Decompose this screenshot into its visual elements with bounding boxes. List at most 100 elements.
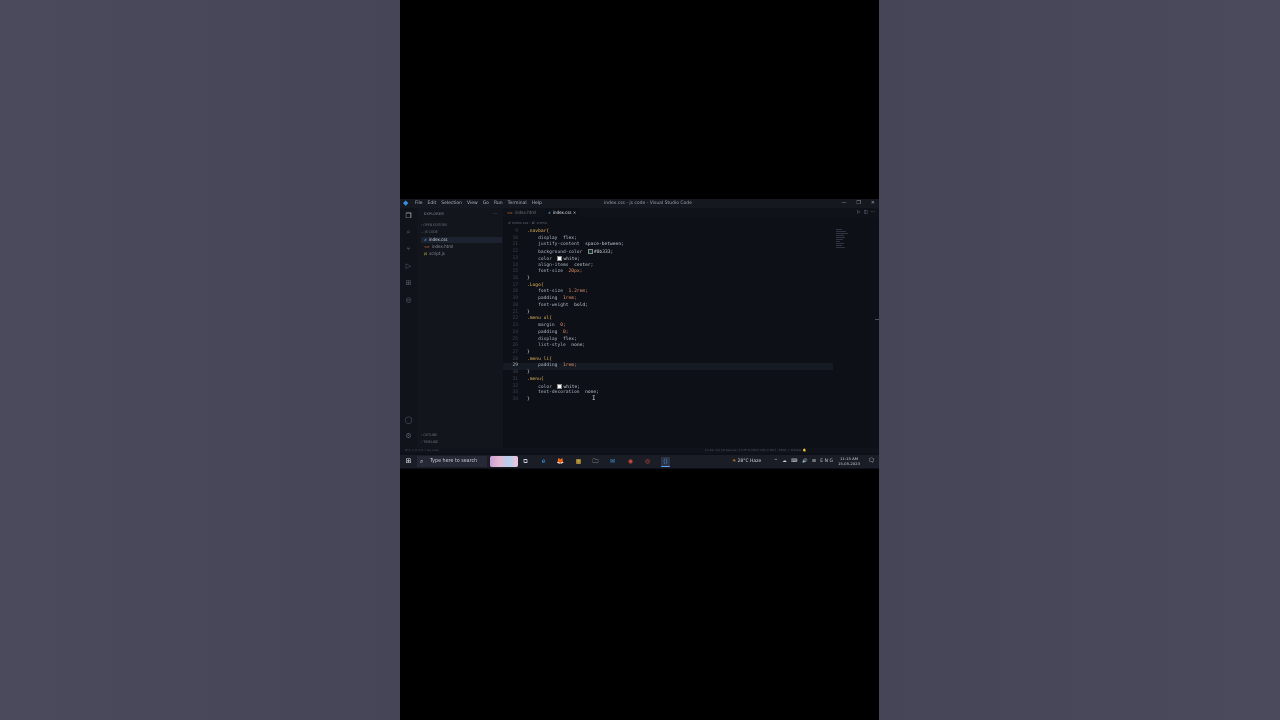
file-index-html[interactable]: <> index.html — [424, 244, 453, 250]
code-line[interactable]: 33 text-decoration: none; — [503, 390, 833, 397]
code-line[interactable]: 23 margin: 0; — [503, 323, 833, 330]
edge-icon[interactable]: e — [539, 457, 548, 466]
code-line[interactable]: 29 padding: 1rem; — [503, 363, 833, 371]
restore-icon[interactable]: ❐ — [856, 200, 860, 207]
menu-file[interactable]: File — [415, 200, 423, 207]
code-line[interactable]: 24 padding: 0; — [503, 330, 833, 337]
js-file-icon: JS — [424, 252, 428, 256]
store-icon[interactable]: 🗀 — [591, 457, 600, 466]
breadcrumb[interactable]: # index.css › ✿ .menu — [508, 221, 547, 225]
task-view-icon[interactable]: ⧉ — [521, 457, 530, 466]
code-text: padding: 0; — [538, 329, 569, 335]
line-number: 16 — [512, 276, 518, 282]
status-left[interactable]: ⊗ 0 ⚠ 0 ⊙ 0 ⚡ Go Live — [405, 448, 438, 453]
menu-edit[interactable]: Edit — [428, 200, 437, 207]
notification-icon[interactable]: 🗨 — [868, 457, 875, 466]
code-line[interactable]: 13 color: white; — [503, 255, 833, 263]
section-open-editors[interactable]: › OPEN EDITORS — [421, 223, 447, 227]
line-number: 27 — [512, 349, 518, 355]
run-debug-icon[interactable]: ▷ — [404, 262, 413, 271]
code-line[interactable]: 26 list-style: none; — [503, 343, 833, 350]
code-text: list-style: none; — [538, 343, 586, 349]
section-timeline[interactable]: › TIMELINE — [421, 440, 438, 444]
code-line[interactable]: 20 font-weight: bold; — [503, 303, 833, 310]
weather-sun-icon: ☀ — [732, 459, 737, 464]
code-text: } — [527, 396, 530, 402]
gear-icon[interactable]: ⚙ — [404, 432, 413, 441]
section-outline[interactable]: › OUTLINE — [421, 433, 437, 437]
account-icon[interactable]: ◯ — [404, 416, 413, 425]
file-index-css[interactable]: # index.css — [421, 237, 502, 243]
tab-label: index.html — [514, 210, 537, 215]
title-bar: ◆ File Edit Selection View Go Run Termin… — [400, 199, 879, 208]
menu-run[interactable]: Run — [494, 200, 503, 207]
code-line[interactable]: 30} — [503, 370, 833, 377]
vscode-taskbar-icon[interactable]: ⟨⟩ — [661, 457, 670, 467]
color-swatch[interactable] — [557, 255, 563, 261]
code-line[interactable]: 31 .menu{ — [503, 377, 833, 384]
text-cursor-icon: I — [592, 395, 596, 402]
code-line[interactable]: 16} — [503, 276, 833, 283]
code-text: margin: 0; — [538, 323, 566, 329]
source-control-icon[interactable]: ⑂ — [404, 245, 413, 254]
menu-view[interactable]: View — [467, 200, 478, 207]
file-script-js[interactable]: JS script.js — [424, 251, 445, 257]
code-line[interactable]: 21} — [503, 310, 833, 317]
minimize-icon[interactable]: — — [841, 200, 846, 207]
code-text: text-decoration: none; — [538, 390, 599, 396]
split-editor-icon[interactable]: ◫ — [863, 208, 867, 217]
menu-terminal[interactable]: Terminal — [508, 200, 527, 207]
code-line[interactable]: 34} — [503, 397, 833, 404]
status-right[interactable]: Ln 29, Col 18 Spaces: 4 UTF-8 CRLF CSS ⊙… — [705, 448, 806, 453]
tab-index-css[interactable]: # index.css × — [545, 208, 580, 217]
status-bar: ⊗ 0 ⚠ 0 ⊙ 0 ⚡ Go Live Ln 29, Col 18 Spac… — [400, 448, 879, 453]
code-line[interactable]: 27} — [503, 350, 833, 357]
line-number: 34 — [512, 396, 518, 402]
window-title: index.css - js code - Visual Studio Code — [604, 201, 692, 206]
minimap[interactable] — [836, 229, 850, 249]
code-line[interactable]: 19 padding: 1rem; — [503, 296, 833, 303]
remote-icon[interactable]: ◎ — [404, 296, 413, 305]
chrome-canary-icon[interactable]: ◎ — [643, 457, 652, 466]
more-actions-icon[interactable]: ··· — [871, 208, 875, 217]
menu-help[interactable]: Help — [532, 200, 542, 207]
code-line[interactable]: 12 background-color: #0b333; — [503, 249, 833, 256]
firefox-icon[interactable]: 🦊 — [556, 457, 565, 466]
menu-selection[interactable]: Selection — [441, 200, 462, 207]
run-icon[interactable]: ▷ — [857, 208, 860, 217]
close-icon[interactable]: ✕ — [871, 200, 875, 207]
scrollbar-marker[interactable] — [875, 319, 879, 320]
editor-tabs: <> index.html # index.css × ▷ ◫ ··· — [503, 208, 879, 217]
file-explorer-icon[interactable]: ▦ — [574, 457, 583, 466]
color-swatch[interactable] — [557, 383, 563, 389]
section-js-code[interactable]: ⌄ JS CODE — [421, 230, 438, 234]
explorer-title: EXPLORER — [424, 212, 444, 216]
code-text: padding: 1rem; — [538, 363, 577, 369]
code-line[interactable]: 15 font-size: 20px; — [503, 269, 833, 276]
tab-close-icon[interactable]: × — [573, 210, 576, 215]
extensions-icon[interactable]: ⊞ — [404, 279, 413, 288]
code-editor[interactable]: 9 .navbar{10 display: flex; 11 justify-con… — [503, 229, 833, 404]
line-number: 30 — [512, 370, 518, 376]
color-swatch[interactable] — [587, 249, 593, 255]
code-line[interactable]: 11 justify-content: space-between; — [503, 242, 833, 249]
line-number: 9 — [515, 229, 518, 234]
code-line[interactable]: 9 .navbar{ — [503, 229, 833, 236]
line-number: 12 — [512, 249, 518, 255]
taskbar-search[interactable]: ⌕ Type here to search — [417, 456, 487, 467]
taskbar-clock[interactable]: 11:15 AM 15-05-2023 — [836, 456, 862, 466]
search-icon[interactable]: ⌕ — [404, 228, 413, 237]
mail-icon[interactable]: ✉ — [608, 457, 617, 466]
vscode-logo-icon: ◆ — [403, 199, 409, 207]
chrome-icon[interactable]: ◉ — [626, 457, 635, 466]
more-icon[interactable]: ··· — [493, 211, 497, 216]
weather-widget[interactable]: ☀ 28°C Haze — [732, 455, 761, 468]
css-file-icon: # — [424, 238, 427, 242]
line-number: 20 — [512, 302, 518, 308]
tab-index-html[interactable]: <> index.html — [507, 208, 536, 217]
explorer-icon[interactable]: ❐ — [404, 212, 413, 221]
menu-go[interactable]: Go — [483, 200, 489, 207]
windows-start-icon[interactable]: ⊞ — [404, 457, 413, 466]
system-tray[interactable]: ^ ☁ ⌨ 🔊 ⊞ ENG — [774, 455, 835, 468]
search-highlight-image[interactable] — [490, 456, 518, 467]
